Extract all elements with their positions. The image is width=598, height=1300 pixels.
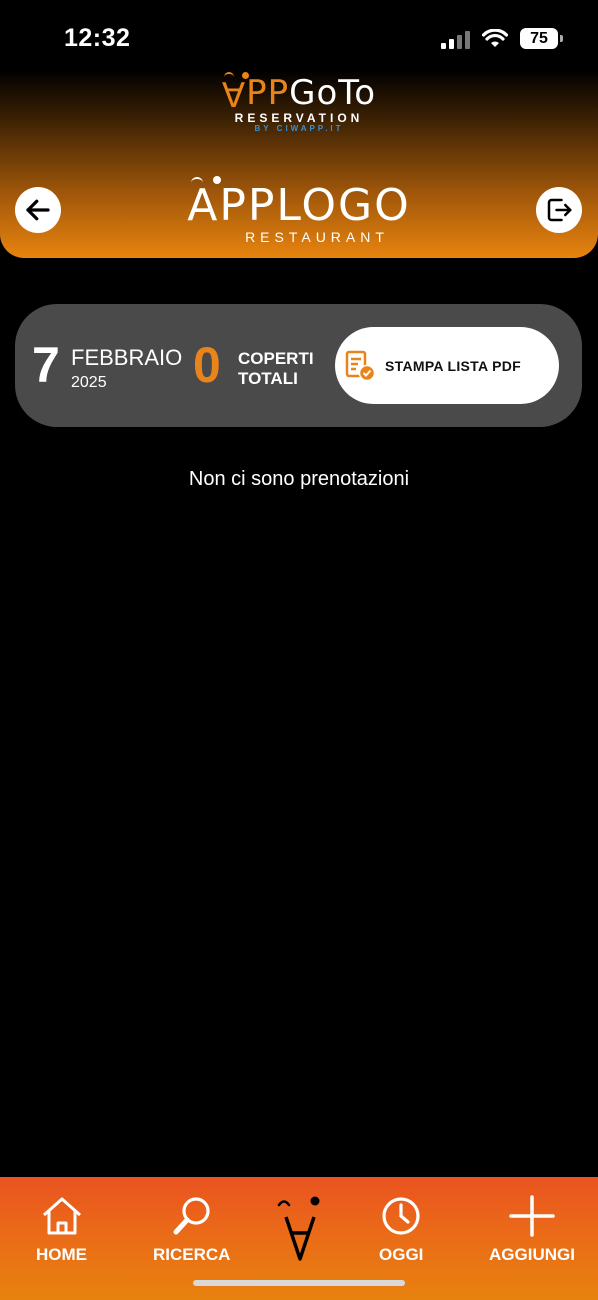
nav-add[interactable]: AGGIUNGI bbox=[484, 1195, 580, 1265]
nav-add-label: AGGIUNGI bbox=[489, 1245, 575, 1264]
day-summary-card: 7 FEBBRAIO 2025 0 COPERTI TOTALI STAMPA … bbox=[15, 304, 582, 427]
nav-today-label: OGGI bbox=[379, 1245, 424, 1264]
plus-icon bbox=[509, 1195, 555, 1237]
restaurant-logo: APPLOGO RESTAURANT bbox=[0, 176, 598, 245]
clock-icon bbox=[382, 1197, 420, 1235]
brand-logo: APPGoTo RESERVATION BY CIWAPP.IT bbox=[0, 72, 598, 133]
date-month: FEBBRAIO bbox=[71, 345, 183, 370]
home-icon bbox=[42, 1197, 81, 1235]
nav-search-label: RICERCA bbox=[153, 1245, 231, 1264]
logout-button[interactable] bbox=[536, 187, 582, 233]
app-logo-icon bbox=[277, 1196, 320, 1261]
home-indicator[interactable] bbox=[193, 1280, 405, 1286]
cellular-signal-icon bbox=[441, 29, 470, 49]
appgoto-logo: APPGoTo bbox=[221, 72, 377, 113]
restaurant-subtitle: RESTAURANT bbox=[245, 229, 389, 245]
date-year: 2025 bbox=[71, 374, 107, 391]
brand-subtitle: RESERVATION bbox=[234, 111, 364, 125]
logout-icon bbox=[547, 198, 572, 222]
print-pdf-button[interactable]: STAMPA LISTA PDF bbox=[335, 327, 559, 404]
nav-today[interactable]: OGGI bbox=[379, 1195, 423, 1265]
nav-search[interactable]: RICERCA bbox=[153, 1195, 230, 1265]
battery-icon: 75 bbox=[520, 28, 563, 49]
covers-count: 0 bbox=[193, 337, 221, 393]
pdf-document-icon bbox=[345, 350, 375, 381]
print-pdf-label: STAMPA LISTA PDF bbox=[385, 357, 521, 374]
nav-home[interactable]: HOME bbox=[36, 1195, 87, 1265]
date-day: 7 bbox=[32, 337, 60, 393]
search-icon bbox=[173, 1197, 210, 1235]
status-bar: 12:32 75 bbox=[0, 0, 598, 80]
battery-level: 75 bbox=[530, 29, 548, 47]
nav-home-label: HOME bbox=[36, 1245, 87, 1264]
nav-app-logo[interactable] bbox=[277, 1195, 323, 1265]
brand-byline: BY CIWAPP.IT bbox=[254, 124, 344, 133]
empty-reservations-message: Non ci sono prenotazioni bbox=[188, 468, 410, 490]
covers-label: COPERTI TOTALI bbox=[238, 349, 314, 389]
restaurant-name: APPLOGO bbox=[187, 180, 411, 231]
status-time: 12:32 bbox=[64, 24, 131, 52]
wifi-icon bbox=[482, 28, 508, 49]
